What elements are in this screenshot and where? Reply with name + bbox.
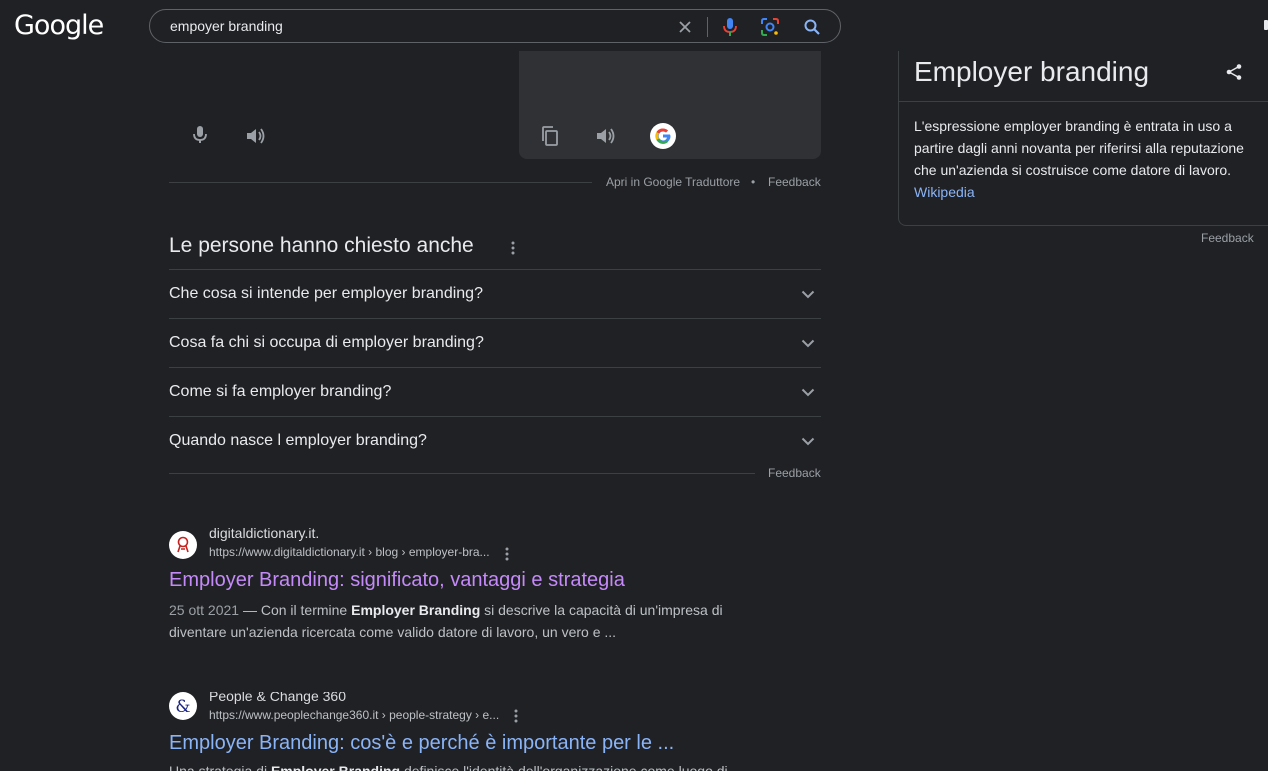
paa-question-text: Come si fa employer branding? xyxy=(169,383,392,400)
lens-icon xyxy=(761,18,779,36)
search-result: digitaldictionary.it. https://www.digita… xyxy=(169,525,769,643)
search-box[interactable] xyxy=(149,9,841,43)
paa-question-text: Che cosa si intende per employer brandin… xyxy=(169,285,483,302)
more-vert-icon xyxy=(511,241,515,255)
knowledge-panel-feedback-link[interactable]: Feedback xyxy=(1201,231,1254,245)
snippet-text: — Con il termine xyxy=(239,602,352,618)
result-more-options-button[interactable] xyxy=(502,546,512,562)
paa-title: Le persone hanno chiesto anche xyxy=(169,234,474,257)
svg-text:&: & xyxy=(175,697,190,715)
site-name[interactable]: digitaldictionary.it. xyxy=(209,525,319,541)
search-icon xyxy=(804,19,820,35)
search-divider xyxy=(707,17,708,37)
copy-translation-button[interactable] xyxy=(539,124,561,148)
speaker-icon xyxy=(597,128,615,144)
clear-search-button[interactable] xyxy=(671,13,699,41)
peoplechange-logo-icon: & xyxy=(175,697,190,715)
open-translate-link[interactable]: Apri in Google Traduttore xyxy=(606,175,740,189)
google-translate-button[interactable] xyxy=(650,123,676,149)
share-button[interactable] xyxy=(1225,63,1243,81)
voice-search-button[interactable] xyxy=(716,13,744,41)
knowledge-panel-divider xyxy=(899,101,1268,102)
speaker-icon xyxy=(247,128,265,144)
search-input[interactable] xyxy=(170,10,650,42)
snippet-text: definisce l'identità dell'organizzazione… xyxy=(400,763,728,771)
result-date: 25 ott 2021 xyxy=(169,602,240,618)
knowledge-panel-title: Employer branding xyxy=(914,56,1150,87)
snippet-highlight: Employer Branding xyxy=(270,763,401,771)
paa-question-text: Quando nasce l employer branding? xyxy=(169,432,427,449)
result-title-link[interactable]: Employer Branding: cos'è e perché è impo… xyxy=(169,732,674,755)
paa-question[interactable]: Come si fa employer branding? xyxy=(169,367,821,416)
snippet-text: Una strategia di xyxy=(169,763,271,771)
chevron-down-icon xyxy=(796,282,820,306)
search-result: & People & Change 360 https://www.people… xyxy=(169,692,769,771)
microphone-icon xyxy=(723,18,737,36)
translation-output-card xyxy=(519,51,821,159)
separator-dot: • xyxy=(751,175,756,189)
microphone-icon xyxy=(193,126,207,143)
result-more-options-button[interactable] xyxy=(511,708,521,724)
translator-divider xyxy=(169,182,592,183)
paa-question[interactable]: Quando nasce l employer branding? xyxy=(169,416,821,465)
copy-icon xyxy=(542,126,558,146)
snippet-highlight: Employer Branding xyxy=(351,602,481,618)
apps-icon[interactable] xyxy=(1264,20,1268,30)
translator-feedback-link[interactable]: Feedback xyxy=(768,175,821,189)
site-url[interactable]: https://www.digitaldictionary.it › blog … xyxy=(209,545,490,559)
site-name[interactable]: People & Change 360 xyxy=(209,692,346,704)
result-snippet: Una strategia di Employer Branding defin… xyxy=(169,760,749,771)
paa-feedback-link[interactable]: Feedback xyxy=(768,466,821,480)
translation-listen-button[interactable] xyxy=(594,124,618,148)
digitaldictionary-logo-icon xyxy=(177,536,189,553)
knowledge-panel-description: L'espressione employer branding è entrat… xyxy=(914,115,1244,203)
description-text: L'espressione employer branding è entrat… xyxy=(914,118,1244,178)
google-logo[interactable]: Google xyxy=(14,10,104,41)
site-favicon[interactable] xyxy=(169,531,197,559)
paa-question[interactable]: Che cosa si intende per employer brandin… xyxy=(169,269,821,318)
paa-list: Che cosa si intende per employer brandin… xyxy=(169,269,821,465)
google-g-icon xyxy=(655,128,671,144)
source-listen-button[interactable] xyxy=(244,124,268,148)
paa-more-options-button[interactable] xyxy=(505,238,521,258)
paa-question[interactable]: Cosa fa chi si occupa di employer brandi… xyxy=(169,318,821,367)
paa-question-text: Cosa fa chi si occupa di employer brandi… xyxy=(169,334,484,351)
search-submit-button[interactable] xyxy=(798,13,826,41)
more-vert-icon xyxy=(514,709,518,723)
wikipedia-link[interactable]: Wikipedia xyxy=(914,184,975,200)
lens-search-button[interactable] xyxy=(756,13,784,41)
more-vert-icon xyxy=(505,547,509,561)
result-snippet: 25 ott 2021 — Con il termine Employer Br… xyxy=(169,599,739,643)
close-icon xyxy=(679,21,691,33)
result-title-link[interactable]: Employer Branding: significato, vantaggi… xyxy=(169,569,625,592)
site-url[interactable]: https://www.peoplechange360.it › people-… xyxy=(209,708,499,722)
chevron-down-icon xyxy=(796,380,820,404)
chevron-down-icon xyxy=(796,331,820,355)
knowledge-panel: Employer branding L'espressione employer… xyxy=(898,40,1268,226)
source-microphone-button[interactable] xyxy=(189,122,211,148)
paa-divider xyxy=(169,473,755,474)
header: Google xyxy=(0,0,1268,51)
share-icon xyxy=(1226,64,1242,80)
chevron-down-icon xyxy=(796,429,820,453)
site-favicon[interactable]: & xyxy=(169,692,197,720)
